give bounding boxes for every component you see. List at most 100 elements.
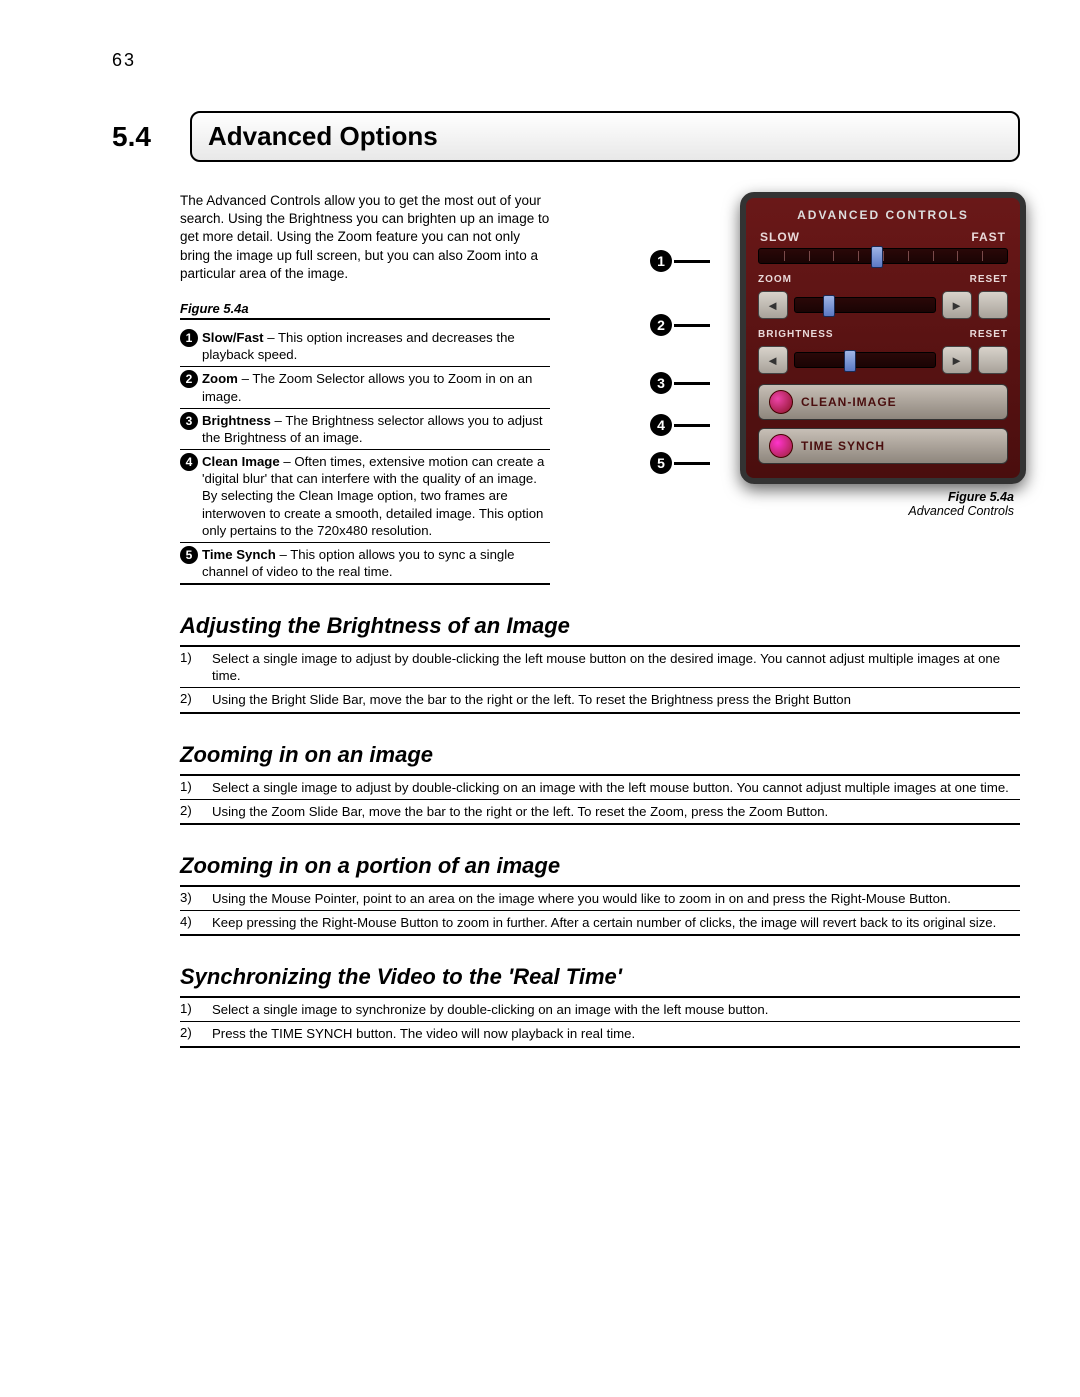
callout: 3 <box>650 372 710 394</box>
zoom-reset-label: RESET <box>970 274 1008 285</box>
step-row: 1)Select a single image to adjust by dou… <box>180 776 1020 800</box>
clean-image-button[interactable]: CLEAN-IMAGE <box>758 384 1008 420</box>
callout: 4 <box>650 414 710 436</box>
legend-row: 3Brightness – The Brightness selector al… <box>180 409 550 450</box>
figure-caption-desc: Advanced Controls <box>660 504 1014 518</box>
step-number: 2) <box>180 1025 212 1042</box>
legend-bullet: 1 <box>180 329 198 347</box>
callout-line <box>674 260 710 263</box>
step-number: 3) <box>180 890 212 907</box>
advanced-controls-panel: ADVANCED CONTROLS SLOW FAST ZO <box>740 192 1026 484</box>
callout-bullet: 3 <box>650 372 672 394</box>
callout-line <box>674 424 710 427</box>
subsection-title: Synchronizing the Video to the 'Real Tim… <box>180 964 1020 990</box>
brightness-left-button[interactable]: ◄ <box>758 346 788 374</box>
clean-image-label: CLEAN-IMAGE <box>801 395 897 409</box>
subsection: Synchronizing the Video to the 'Real Tim… <box>180 964 1020 1047</box>
brightness-label: BRIGHTNESS <box>758 329 834 340</box>
legend-bullet: 3 <box>180 412 198 430</box>
step-text: Using the Bright Slide Bar, move the bar… <box>212 691 851 708</box>
slow-label: SLOW <box>760 230 800 244</box>
zoom-left-button[interactable]: ◄ <box>758 291 788 319</box>
step-number: 1) <box>180 779 212 796</box>
brightness-reset-label: RESET <box>970 329 1008 340</box>
callout-bullet: 1 <box>650 250 672 272</box>
steps-table: 3)Using the Mouse Pointer, point to an a… <box>180 885 1020 936</box>
zoom-right-button[interactable]: ► <box>942 291 972 319</box>
callout-line <box>674 324 710 327</box>
legend-row: 1Slow/Fast – This option increases and d… <box>180 326 550 367</box>
step-row: 2)Using the Zoom Slide Bar, move the bar… <box>180 800 1020 823</box>
callout-line <box>674 382 710 385</box>
step-text: Select a single image to adjust by doubl… <box>212 779 1009 796</box>
step-row: 1)Select a single image to adjust by dou… <box>180 647 1020 688</box>
subsection-title: Zooming in on an image <box>180 742 1020 768</box>
subsection: Zooming in on a portion of an image 3)Usi… <box>180 853 1020 936</box>
step-row: 4)Keep pressing the Right-Mouse Button t… <box>180 911 1020 934</box>
subsection-title: Adjusting the Brightness of an Image <box>180 613 1020 639</box>
zoom-slider[interactable] <box>794 297 936 313</box>
callout: 1 <box>650 250 710 272</box>
legend-bullet: 2 <box>180 370 198 388</box>
intro-paragraph: The Advanced Controls allow you to get t… <box>180 192 550 283</box>
section-number: 5.4 <box>112 121 190 153</box>
step-number: 2) <box>180 691 212 708</box>
brightness-reset-button[interactable] <box>978 346 1008 374</box>
subsection: Adjusting the Brightness of an Image 1)Se… <box>180 613 1020 713</box>
speed-knob[interactable] <box>871 246 883 268</box>
steps-table: 1)Select a single image to adjust by dou… <box>180 645 1020 713</box>
figure-caption-label: Figure 5.4a <box>660 490 1014 504</box>
step-text: Keep pressing the Right-Mouse Button to … <box>212 914 996 931</box>
zoom-knob[interactable] <box>823 295 835 317</box>
step-row: 2)Press the TIME SYNCH button. The video… <box>180 1022 1020 1045</box>
step-text: Select a single image to synchronize by … <box>212 1001 768 1018</box>
subsection: Zooming in on an image 1)Select a single … <box>180 742 1020 825</box>
speed-slider[interactable] <box>758 248 1008 264</box>
step-text: Select a single image to adjust by doubl… <box>212 650 1020 684</box>
legend-row: 5Time Synch – This option allows you to … <box>180 543 550 585</box>
subsection-title: Zooming in on a portion of an image <box>180 853 1020 879</box>
step-number: 2) <box>180 803 212 820</box>
callout-line <box>674 462 710 465</box>
brightness-slider[interactable] <box>794 352 936 368</box>
step-row: 1)Select a single image to synchronize b… <box>180 998 1020 1022</box>
step-row: 2)Using the Bright Slide Bar, move the b… <box>180 688 1020 711</box>
callout: 2 <box>650 314 710 336</box>
callout-bullet: 5 <box>650 452 672 474</box>
step-text: Using the Zoom Slide Bar, move the bar t… <box>212 803 828 820</box>
brightness-right-button[interactable]: ► <box>942 346 972 374</box>
steps-table: 1)Select a single image to adjust by dou… <box>180 774 1020 825</box>
page-number: 63 <box>112 50 1020 71</box>
step-number: 4) <box>180 914 212 931</box>
legend-row: 2Zoom – The Zoom Selector allows you to … <box>180 367 550 408</box>
zoom-label: ZOOM <box>758 274 792 285</box>
step-number: 1) <box>180 1001 212 1018</box>
brightness-knob[interactable] <box>844 350 856 372</box>
legend-text: Clean Image – Often times, extensive mot… <box>202 453 550 539</box>
legend-row: 4Clean Image – Often times, extensive mo… <box>180 450 550 543</box>
fast-label: FAST <box>971 230 1006 244</box>
legend-text: Zoom – The Zoom Selector allows you to Z… <box>202 370 550 404</box>
section-header: 5.4 Advanced Options <box>112 111 1020 162</box>
steps-table: 1)Select a single image to synchronize b… <box>180 996 1020 1047</box>
legend-text: Brightness – The Brightness selector all… <box>202 412 550 446</box>
legend-bullet: 4 <box>180 453 198 471</box>
time-synch-label: TIME SYNCH <box>801 439 885 453</box>
step-text: Using the Mouse Pointer, point to an are… <box>212 890 951 907</box>
step-row: 3)Using the Mouse Pointer, point to an a… <box>180 887 1020 911</box>
figure-label: Figure 5.4a <box>180 301 550 320</box>
step-number: 1) <box>180 650 212 684</box>
callout-bullet: 4 <box>650 414 672 436</box>
callout: 5 <box>650 452 710 474</box>
time-synch-button[interactable]: TIME SYNCH <box>758 428 1008 464</box>
zoom-reset-button[interactable] <box>978 291 1008 319</box>
callout-bullet: 2 <box>650 314 672 336</box>
clean-image-icon <box>769 390 793 414</box>
legend-bullet: 5 <box>180 546 198 564</box>
step-text: Press the TIME SYNCH button. The video w… <box>212 1025 635 1042</box>
legend-text: Slow/Fast – This option increases and de… <box>202 329 550 363</box>
panel-header: ADVANCED CONTROLS <box>758 208 1008 222</box>
time-synch-icon <box>769 434 793 458</box>
section-title: Advanced Options <box>190 111 1020 162</box>
legend-text: Time Synch – This option allows you to s… <box>202 546 550 580</box>
